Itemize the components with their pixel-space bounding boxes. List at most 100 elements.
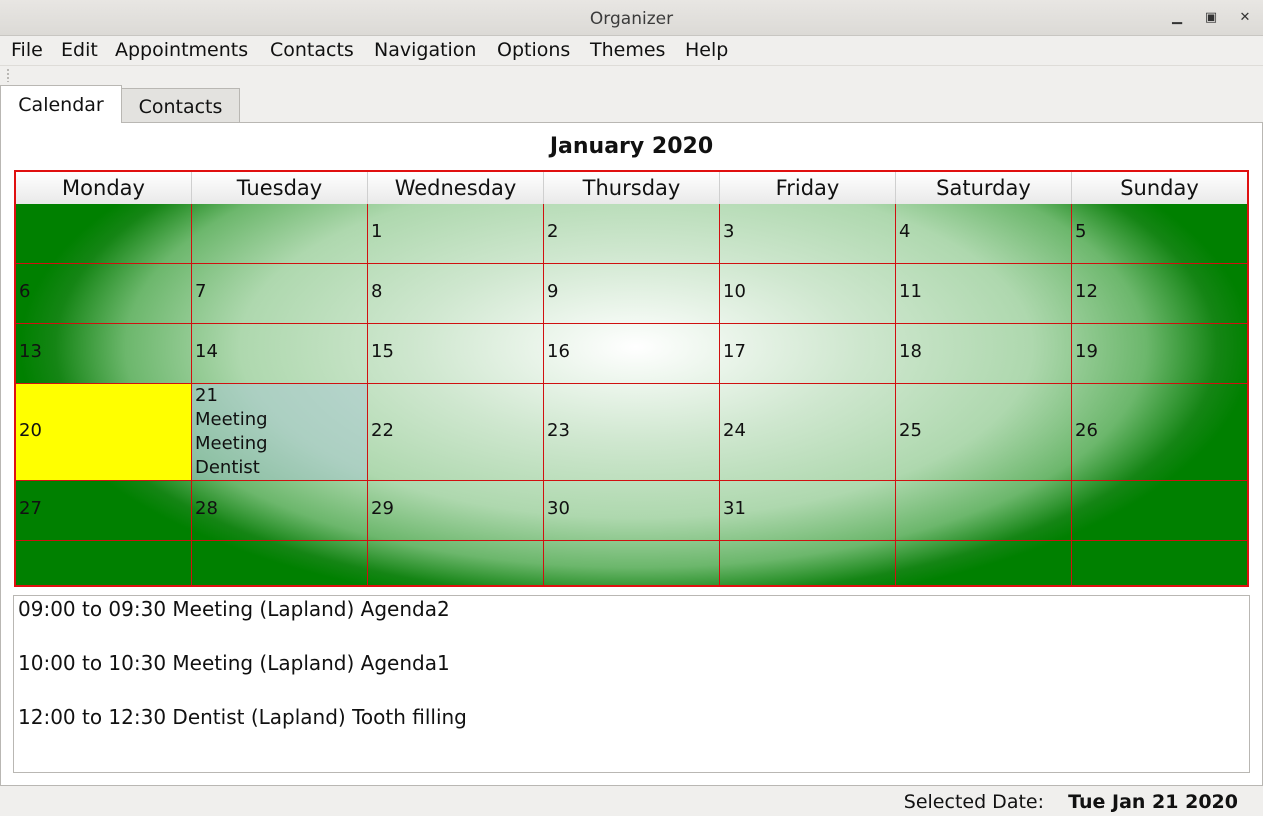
calendar-day-4[interactable]: 4	[896, 204, 1072, 264]
day-number: 24	[723, 420, 746, 441]
calendar-grid: Monday Tuesday Wednesday Thursday Friday Satu…	[14, 170, 1249, 587]
day-number: 27	[19, 498, 42, 519]
menu-help[interactable]: Help	[685, 39, 728, 61]
day-number: 31	[723, 498, 746, 519]
calendar-day-13[interactable]: 13	[16, 324, 192, 384]
calendar-empty-cell[interactable]	[16, 541, 192, 585]
day-appointment-label: Dentist	[195, 457, 260, 478]
calendar-day-9[interactable]: 9	[544, 264, 720, 324]
appointment-entry[interactable]: 09:00 to 09:30 Meeting (Lapland) Agenda2	[18, 597, 450, 621]
toolbar-grip[interactable]	[6, 68, 10, 82]
day-number: 10	[723, 281, 746, 302]
day-header-monday: Monday	[16, 172, 192, 204]
day-appointment-label: Meeting	[195, 433, 268, 454]
calendar-day-15[interactable]: 15	[368, 324, 544, 384]
calendar-day-14[interactable]: 14	[192, 324, 368, 384]
calendar-day-11[interactable]: 11	[896, 264, 1072, 324]
day-number: 28	[195, 498, 218, 519]
window-title: Organizer	[589, 9, 674, 29]
day-appointment-label: Meeting	[195, 409, 268, 430]
menu-file[interactable]: File	[11, 39, 43, 61]
menu-navigation[interactable]: Navigation	[374, 39, 476, 61]
calendar-day-24[interactable]: 24	[720, 384, 896, 481]
month-title: January 2020	[549, 134, 714, 159]
calendar-day-3[interactable]: 3	[720, 204, 896, 264]
calendar-day-21[interactable]: 21 Meeting Meeting Dentist	[192, 384, 368, 481]
appointment-list[interactable]: 09:00 to 09:30 Meeting (Lapland) Agenda2…	[13, 595, 1250, 773]
tab-contacts[interactable]: Contacts	[121, 88, 240, 122]
calendar-empty-cell[interactable]	[192, 541, 368, 585]
calendar-day-6[interactable]: 6	[16, 264, 192, 324]
day-number: 5	[1075, 221, 1087, 242]
calendar-day-25[interactable]: 25	[896, 384, 1072, 481]
day-number: 14	[195, 341, 218, 362]
day-number: 16	[547, 341, 570, 362]
calendar-day-22[interactable]: 22	[368, 384, 544, 481]
calendar-empty-cell[interactable]	[720, 541, 896, 585]
day-number: 1	[371, 221, 383, 242]
calendar-empty-cell[interactable]	[896, 481, 1072, 541]
maximize-icon[interactable]: ▣	[1201, 8, 1221, 28]
selected-date-value: Tue Jan 21 2020	[1068, 791, 1238, 813]
day-number: 4	[899, 221, 911, 242]
day-header-tuesday: Tuesday	[192, 172, 368, 204]
calendar-day-1[interactable]: 1	[368, 204, 544, 264]
day-number: 22	[371, 420, 394, 441]
day-header-saturday: Saturday	[896, 172, 1072, 204]
calendar-day-10[interactable]: 10	[720, 264, 896, 324]
calendar-day-28[interactable]: 28	[192, 481, 368, 541]
calendar-day-18[interactable]: 18	[896, 324, 1072, 384]
calendar-day-31[interactable]: 31	[720, 481, 896, 541]
day-header-friday: Friday	[720, 172, 896, 204]
calendar-empty-cell[interactable]	[368, 541, 544, 585]
calendar-day-5[interactable]: 5	[1072, 204, 1247, 264]
day-number: 9	[547, 281, 559, 302]
appointment-entry[interactable]: 10:00 to 10:30 Meeting (Lapland) Agenda1	[18, 651, 450, 675]
calendar-day-29[interactable]: 29	[368, 481, 544, 541]
tab-calendar[interactable]: Calendar	[0, 85, 122, 123]
day-header-wednesday: Wednesday	[368, 172, 544, 204]
calendar-empty-cell[interactable]	[1072, 541, 1247, 585]
calendar-day-19[interactable]: 19	[1072, 324, 1247, 384]
calendar-empty-cell[interactable]	[1072, 481, 1247, 541]
calendar-day-7[interactable]: 7	[192, 264, 368, 324]
day-number: 6	[19, 281, 31, 302]
calendar-day-8[interactable]: 8	[368, 264, 544, 324]
day-number: 7	[195, 281, 207, 302]
calendar-day-26[interactable]: 26	[1072, 384, 1247, 481]
calendar-empty-cell[interactable]	[16, 204, 192, 264]
calendar-empty-cell[interactable]	[896, 541, 1072, 585]
day-number: 17	[723, 341, 746, 362]
close-icon[interactable]: ✕	[1235, 8, 1255, 28]
calendar-day-12[interactable]: 12	[1072, 264, 1247, 324]
minimize-icon[interactable]: ▁	[1167, 8, 1187, 28]
menu-themes[interactable]: Themes	[590, 39, 665, 61]
day-number: 30	[547, 498, 570, 519]
calendar-empty-cell[interactable]	[544, 541, 720, 585]
menu-appointments[interactable]: Appointments	[115, 39, 248, 61]
day-number: 19	[1075, 341, 1098, 362]
calendar-day-16[interactable]: 16	[544, 324, 720, 384]
calendar-day-20[interactable]: 20	[16, 384, 192, 481]
day-number: 15	[371, 341, 394, 362]
calendar-empty-cell[interactable]	[192, 204, 368, 264]
appointment-entry[interactable]: 12:00 to 12:30 Dentist (Lapland) Tooth f…	[18, 705, 467, 729]
menu-options[interactable]: Options	[497, 39, 570, 61]
calendar-day-27[interactable]: 27	[16, 481, 192, 541]
day-number: 23	[547, 420, 570, 441]
calendar-day-30[interactable]: 30	[544, 481, 720, 541]
day-number: 29	[371, 498, 394, 519]
menu-contacts[interactable]: Contacts	[270, 39, 354, 61]
day-number: 3	[723, 221, 735, 242]
day-number: 2	[547, 221, 559, 242]
selected-date-label: Selected Date:	[903, 791, 1044, 813]
calendar-day-2[interactable]: 2	[544, 204, 720, 264]
status-bar: Selected Date: Tue Jan 21 2020	[0, 786, 1263, 816]
menu-edit[interactable]: Edit	[61, 39, 98, 61]
day-header-thursday: Thursday	[544, 172, 720, 204]
title-bar: Organizer ▁ ▣ ✕	[0, 0, 1263, 36]
calendar-day-23[interactable]: 23	[544, 384, 720, 481]
day-number: 20	[19, 420, 42, 441]
calendar-day-17[interactable]: 17	[720, 324, 896, 384]
day-number: 12	[1075, 281, 1098, 302]
